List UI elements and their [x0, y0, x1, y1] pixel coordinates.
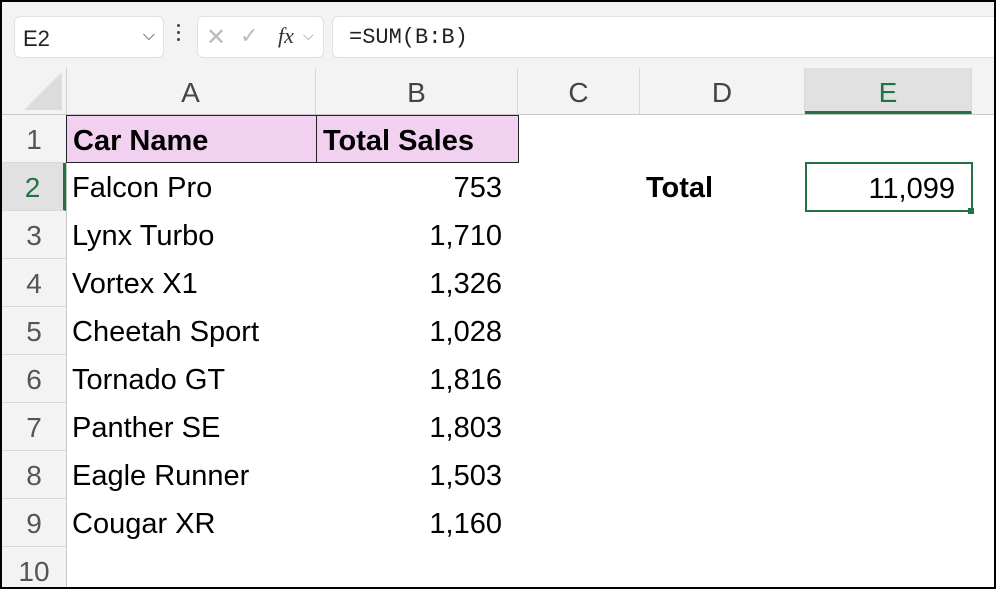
column-header-a[interactable]: A: [66, 68, 316, 114]
name-box-value: E2: [23, 26, 50, 51]
chevron-down-icon[interactable]: ⌵: [143, 27, 155, 45]
row-header-5[interactable]: 5: [2, 307, 66, 355]
chevron-down-icon[interactable]: ⌵: [303, 27, 314, 44]
cell-a2[interactable]: Falcon Pro: [66, 163, 316, 211]
row-headers: 1 2 3 4 5 6 7 8 9 10: [2, 115, 67, 587]
cell-a5[interactable]: Cheetah Sport: [66, 307, 316, 355]
cell-b7[interactable]: 1,803: [316, 403, 518, 451]
cell-b3[interactable]: 1,710: [316, 211, 518, 259]
cell-a6[interactable]: Tornado GT: [66, 355, 316, 403]
insert-function-icon[interactable]: fx: [278, 23, 294, 49]
row-header-10[interactable]: 10: [2, 547, 66, 587]
spreadsheet-window: E2 ⌵ ✕ ✓ fx ⌵ =SUM(B:B) A B C D E 1 2 3 …: [0, 0, 996, 589]
cell-b8[interactable]: 1,503: [316, 451, 518, 499]
formula-input[interactable]: =SUM(B:B): [332, 16, 994, 58]
row-header-8[interactable]: 8: [2, 451, 66, 499]
cell-b5[interactable]: 1,028: [316, 307, 518, 355]
select-all-button[interactable]: [2, 68, 67, 114]
column-headers: A B C D E: [2, 68, 994, 115]
more-options-icon[interactable]: [177, 24, 181, 48]
row-header-7[interactable]: 7: [2, 403, 66, 451]
formula-text: =SUM(B:B): [349, 25, 468, 50]
column-header-e[interactable]: E: [805, 68, 972, 114]
cell-a3[interactable]: Lynx Turbo: [66, 211, 316, 259]
cell-a7[interactable]: Panther SE: [66, 403, 316, 451]
cell-b9[interactable]: 1,160: [316, 499, 518, 547]
column-header-d[interactable]: D: [640, 68, 805, 114]
formula-controls: ✕ ✓ fx ⌵: [197, 16, 324, 58]
cell-e2-selected[interactable]: 11,099: [805, 162, 973, 212]
row-header-6[interactable]: 6: [2, 355, 66, 403]
enter-icon[interactable]: ✓: [240, 23, 258, 49]
fill-handle[interactable]: [968, 208, 974, 214]
name-box[interactable]: E2 ⌵: [14, 16, 164, 58]
cell-b1[interactable]: Total Sales: [316, 115, 519, 163]
cell-a4[interactable]: Vortex X1: [66, 259, 316, 307]
cell-a8[interactable]: Eagle Runner: [66, 451, 316, 499]
row-header-1[interactable]: 1: [2, 115, 66, 163]
cell-b2[interactable]: 753: [316, 163, 518, 211]
row-header-3[interactable]: 3: [2, 211, 66, 259]
column-header-b[interactable]: B: [316, 68, 518, 114]
cell-a9[interactable]: Cougar XR: [66, 499, 316, 547]
cell-a1[interactable]: Car Name: [66, 115, 317, 163]
cell-b4[interactable]: 1,326: [316, 259, 518, 307]
column-header-c[interactable]: C: [518, 68, 640, 114]
row-header-2[interactable]: 2: [2, 163, 66, 211]
cancel-icon[interactable]: ✕: [206, 23, 226, 52]
cell-b6[interactable]: 1,816: [316, 355, 518, 403]
formula-bar: E2 ⌵ ✕ ✓ fx ⌵ =SUM(B:B): [2, 2, 994, 73]
row-header-4[interactable]: 4: [2, 259, 66, 307]
row-header-9[interactable]: 9: [2, 499, 66, 547]
cell-d2-total-label[interactable]: Total: [640, 163, 805, 211]
